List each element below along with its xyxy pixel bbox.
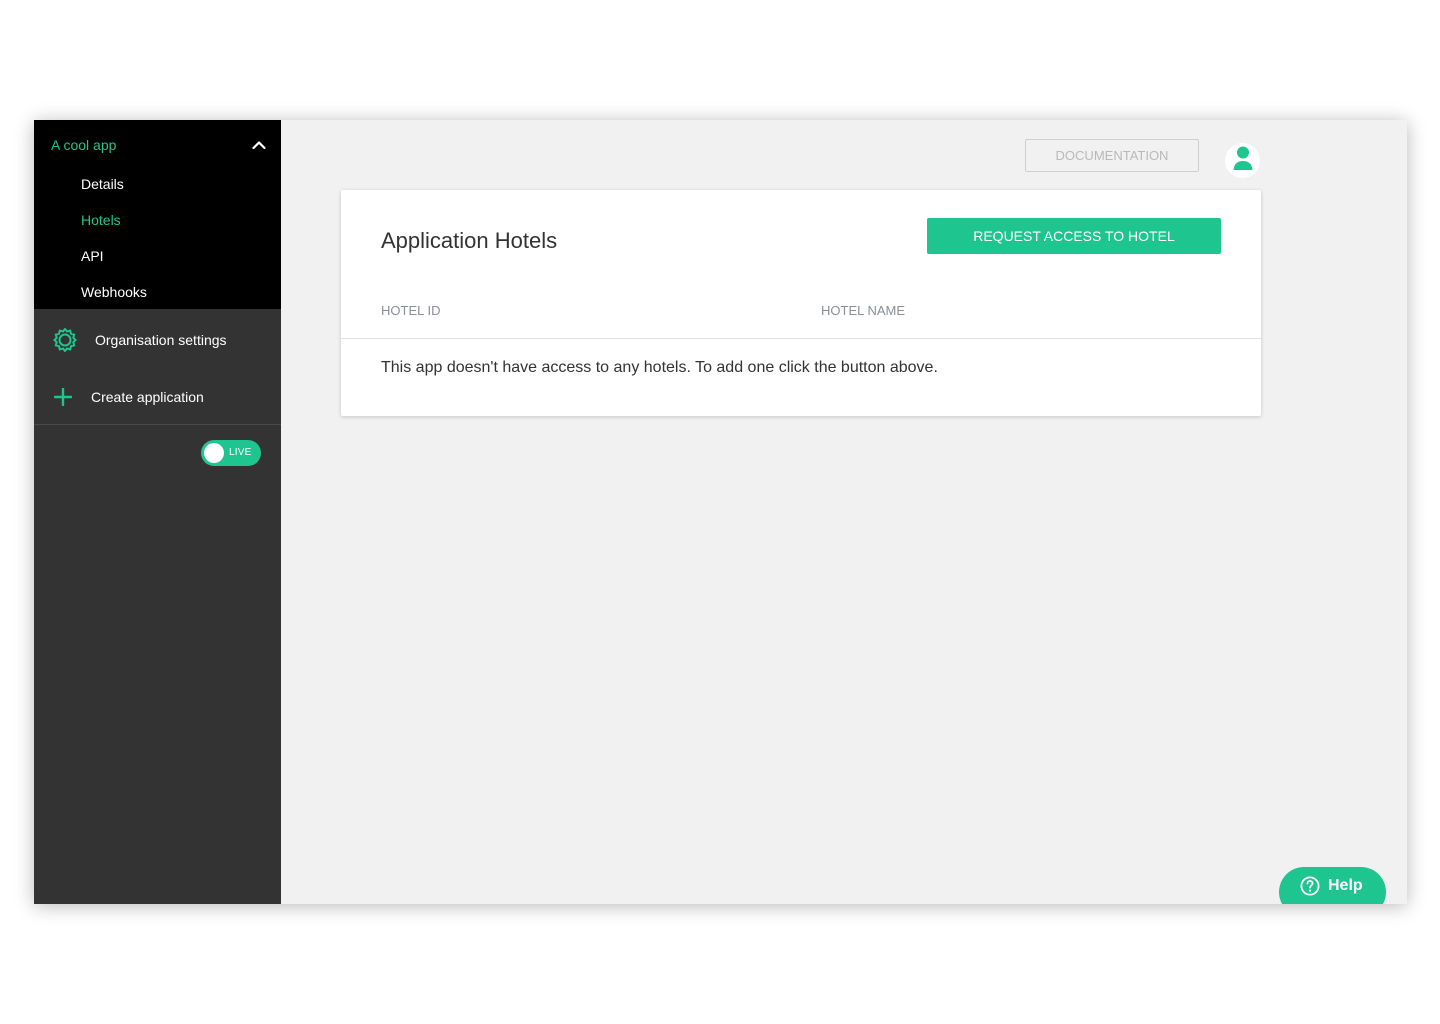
toggle-knob (204, 443, 224, 463)
avatar[interactable] (1225, 143, 1260, 178)
app-header[interactable]: A cool app (51, 135, 267, 155)
sidebar-item-label: Organisation settings (95, 332, 227, 348)
sidebar-item-organisation-settings[interactable]: Organisation settings (34, 320, 281, 360)
live-toggle[interactable]: LIVE (201, 440, 261, 466)
user-icon (1232, 145, 1254, 176)
app-window: A cool app Details Hotels API Webhooks O… (34, 120, 1407, 904)
table-divider (341, 338, 1261, 339)
documentation-button[interactable]: DOCUMENTATION (1025, 139, 1199, 172)
plus-icon (53, 387, 73, 407)
sidebar-divider (34, 424, 281, 425)
app-title: A cool app (51, 137, 117, 153)
hotels-card: Application Hotels REQUEST ACCESS TO HOT… (341, 190, 1261, 416)
sidebar-item-details[interactable]: Details (81, 176, 124, 192)
help-button[interactable]: Help (1279, 867, 1386, 904)
question-circle-icon (1300, 876, 1320, 896)
live-toggle-label: LIVE (229, 447, 252, 458)
empty-state-message: This app doesn't have access to any hote… (381, 359, 938, 376)
sidebar-item-create-application[interactable]: Create application (34, 377, 281, 417)
sidebar: A cool app Details Hotels API Webhooks O… (34, 120, 281, 904)
sidebar-item-webhooks[interactable]: Webhooks (81, 284, 147, 300)
sidebar-item-label: Create application (91, 389, 204, 405)
help-label: Help (1328, 877, 1363, 894)
request-access-button[interactable]: REQUEST ACCESS TO HOTEL (927, 218, 1221, 254)
app-menu: A cool app Details Hotels API Webhooks (34, 120, 281, 309)
sidebar-item-hotels[interactable]: Hotels (81, 212, 121, 228)
column-header-hotel-id[interactable]: HOTEL ID (381, 303, 440, 318)
column-header-hotel-name[interactable]: HOTEL NAME (821, 303, 905, 318)
gear-icon (53, 328, 77, 352)
page-title: Application Hotels (381, 228, 558, 253)
sidebar-item-api[interactable]: API (81, 248, 104, 264)
chevron-up-icon[interactable] (251, 137, 267, 153)
